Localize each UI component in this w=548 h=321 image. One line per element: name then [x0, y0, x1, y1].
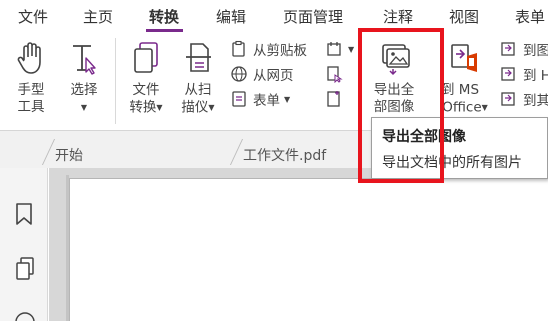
from-webpage-label: 从网页: [253, 68, 294, 84]
chevron-down-icon: ▼: [80, 103, 88, 112]
pages-thumbnail-icon[interactable]: [14, 256, 36, 282]
page-from-file-button[interactable]: [325, 63, 348, 85]
menu-comment[interactable]: 注释: [383, 7, 413, 27]
chevron-down-icon: ▼: [481, 103, 488, 112]
to-html-button[interactable]: 到 H: [500, 63, 548, 85]
page-cursor-icon: [327, 66, 343, 83]
navigation-panel: [0, 168, 48, 321]
new-page-icon: [327, 91, 340, 107]
scanner-icon: [186, 43, 211, 72]
ribbon: 手型 工具 选择 ▼ 文件 转换▼ 从扫 描仪▼ 从剪贴板 从网页 表单 ▼ ▼…: [0, 34, 548, 130]
menu-page-manage[interactable]: 页面管理: [283, 7, 343, 27]
from-scanner-label-1: 从扫: [184, 82, 212, 98]
export-all-images-button[interactable]: 导出全 部图像: [367, 40, 421, 116]
office-icon: [451, 44, 477, 72]
to-ms-office-button[interactable]: 到 MS Office▼: [437, 40, 493, 117]
menu-form[interactable]: 表单: [515, 7, 545, 27]
tab-divider: [41, 139, 56, 165]
from-scanner-label-2: 描仪: [181, 99, 209, 116]
menu-view[interactable]: 视图: [449, 7, 479, 27]
file-stack-icon: [134, 42, 158, 73]
tooltip-description: 导出文档中的所有图片: [382, 155, 522, 171]
tab-document[interactable]: 工作文件.pdf: [243, 145, 326, 165]
select-tool-button[interactable]: 选择 ▼: [62, 40, 106, 117]
to-image-label: 到图: [523, 43, 548, 59]
bookmark-icon[interactable]: [14, 202, 34, 226]
to-other-button[interactable]: 到其: [500, 88, 548, 110]
from-scanner-button[interactable]: 从扫 描仪▼: [175, 40, 221, 117]
hand-icon: [17, 42, 41, 74]
menu-file[interactable]: 文件: [18, 7, 48, 27]
ribbon-divider: [115, 38, 116, 124]
to-ms-office-label-1: 到 MS: [441, 82, 480, 98]
from-webpage-button[interactable]: 从网页: [230, 63, 294, 85]
pdf-page[interactable]: [69, 178, 548, 321]
globe-icon: [231, 66, 247, 82]
export-images-tooltip: 导出全部图像 导出文档中的所有图片: [371, 117, 548, 179]
chevron-down-icon: ▼: [348, 44, 355, 54]
menu-convert[interactable]: 转换: [149, 7, 179, 27]
to-html-label: 到 H: [523, 68, 548, 84]
image-export-icon: [501, 42, 515, 56]
export-images-icon: [382, 44, 410, 76]
chevron-down-icon: ▼: [284, 94, 291, 104]
hand-tool-button[interactable]: 手型 工具: [8, 40, 54, 116]
tooltip-title: 导出全部图像: [382, 129, 466, 145]
comment-panel-icon[interactable]: [14, 308, 36, 321]
export-all-images-label-1: 导出全: [373, 82, 415, 98]
other-export-icon: [501, 92, 515, 106]
form-button[interactable]: 表单 ▼: [230, 88, 290, 110]
active-tab-indicator: [146, 29, 183, 32]
file-convert-label-2: 转换: [129, 99, 157, 116]
clipboard-icon: [232, 40, 245, 57]
blank-page-dropdown-button[interactable]: ▼: [325, 38, 354, 60]
html-export-icon: [501, 67, 515, 81]
to-image-button[interactable]: 到图: [500, 38, 548, 60]
to-other-label: 到其: [523, 93, 548, 109]
tab-start[interactable]: 开始: [55, 145, 83, 165]
chevron-down-icon: ▼: [208, 103, 215, 112]
menu-bar: 文件 主页 转换 编辑 页面管理 注释 视图 表单: [0, 0, 548, 34]
to-ms-office-label-2: Office: [442, 99, 482, 116]
from-clipboard-button[interactable]: 从剪贴板: [230, 38, 307, 60]
export-all-images-label-2: 部图像: [373, 99, 415, 115]
blank-page-icon: [327, 42, 341, 56]
tab-divider: [229, 139, 244, 165]
form-label: 表单: [253, 93, 280, 109]
text-cursor-icon: [73, 45, 96, 75]
chevron-down-icon: ▼: [156, 103, 163, 112]
file-convert-button[interactable]: 文件 转换▼: [123, 40, 169, 117]
new-page-button[interactable]: [325, 88, 348, 110]
form-icon: [232, 91, 246, 107]
hand-tool-label-1: 手型: [17, 82, 45, 98]
hand-tool-label-2: 工具: [17, 99, 45, 115]
menu-edit[interactable]: 编辑: [216, 7, 246, 27]
file-convert-label-1: 文件: [132, 82, 160, 98]
select-tool-label: 选择: [70, 82, 98, 98]
menu-home[interactable]: 主页: [83, 7, 113, 27]
from-clipboard-label: 从剪贴板: [253, 43, 307, 59]
